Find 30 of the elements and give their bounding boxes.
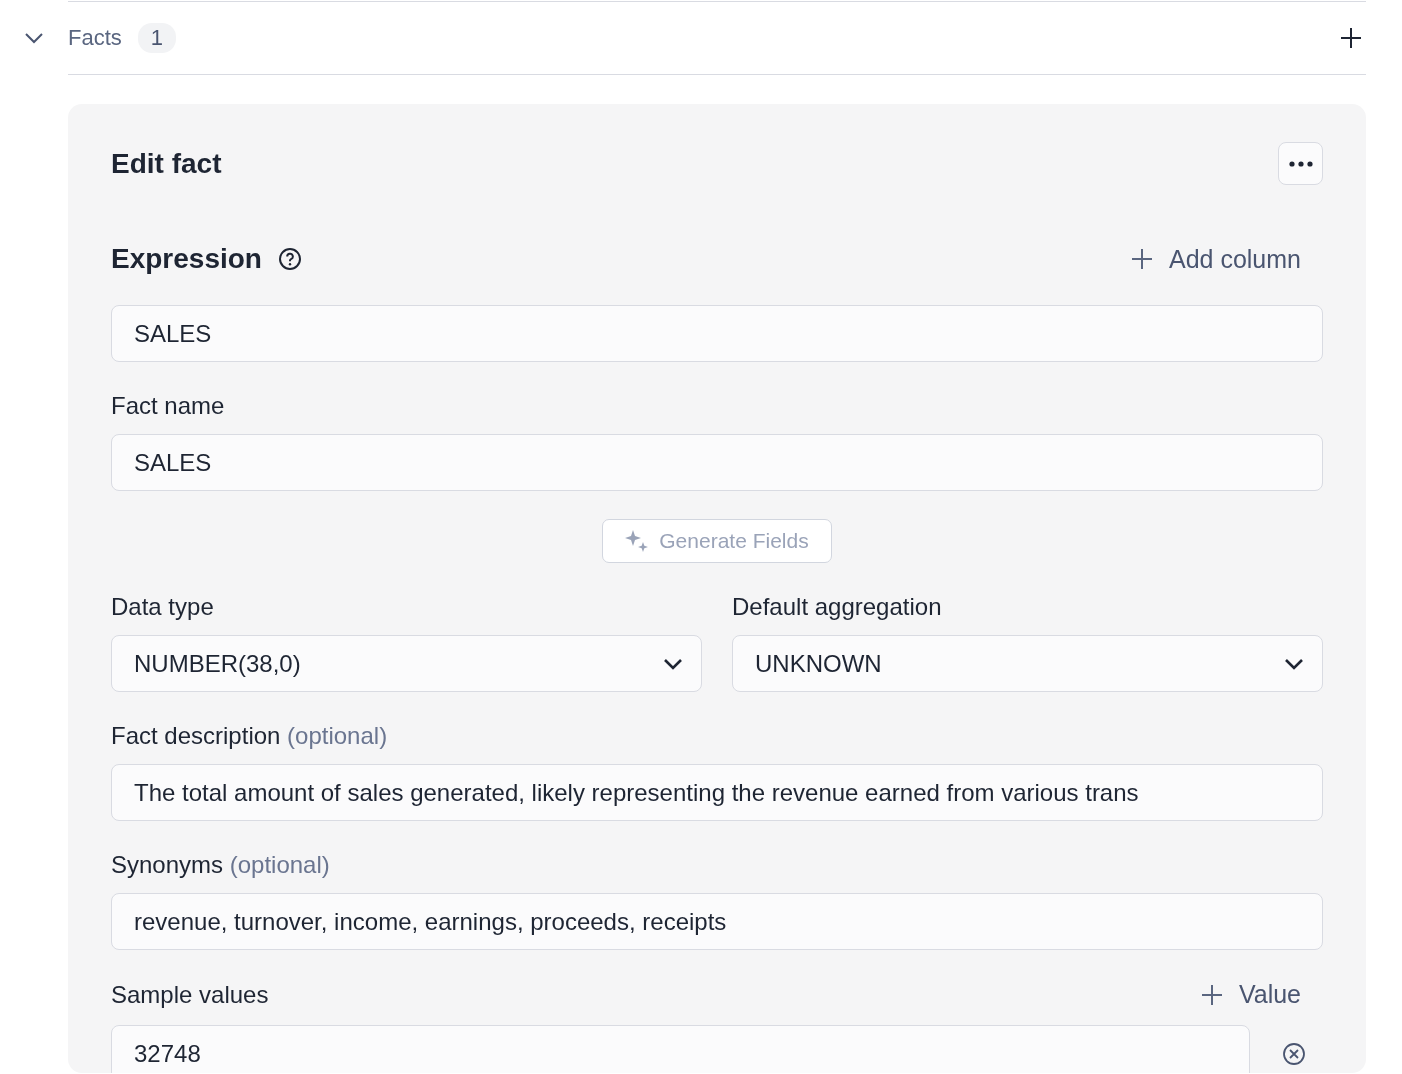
- ellipsis-icon: [1288, 160, 1313, 167]
- section-title: Facts: [68, 25, 122, 51]
- add-column-button[interactable]: Add column: [1130, 244, 1301, 274]
- sparkle-icon: [625, 529, 650, 553]
- card-title: Edit fact: [111, 147, 222, 180]
- field-label: Data type: [111, 593, 215, 621]
- remove-icon[interactable]: [1282, 1041, 1306, 1066]
- plus-icon: [1200, 983, 1223, 1006]
- add-value-button[interactable]: Value: [1200, 980, 1301, 1009]
- expression-field[interactable]: SALES: [111, 305, 1323, 362]
- plus-icon: [1130, 248, 1153, 270]
- fact-name-field[interactable]: SALES: [111, 434, 1323, 491]
- sample-value-field[interactable]: 32748: [111, 1025, 1250, 1073]
- chevron-down-icon: [1284, 657, 1304, 670]
- field-label: Fact description (optional): [111, 722, 389, 750]
- field-label: Fact name: [111, 392, 226, 420]
- field-label: Synonyms (optional): [111, 851, 331, 879]
- data-type-select[interactable]: NUMBER(38,0): [111, 635, 702, 692]
- help-icon[interactable]: [277, 247, 302, 271]
- description-field[interactable]: The total amount of sales generated, likely representing the revenue earned from various trans: [111, 764, 1323, 821]
- field-label: Default aggregation: [732, 593, 943, 621]
- add-icon[interactable]: [1340, 27, 1362, 49]
- section-label: Expression: [111, 243, 262, 275]
- field-label: Sample values: [111, 980, 269, 1009]
- aggregation-select[interactable]: UNKNOWN: [732, 635, 1323, 692]
- count-badge: 1: [137, 23, 177, 53]
- synonyms-field[interactable]: revenue, turnover, income, earnings, proceeds, receipts: [111, 893, 1323, 950]
- more-options-button[interactable]: [1278, 142, 1323, 185]
- chevron-icon[interactable]: [24, 32, 44, 44]
- chevron-down-icon: [663, 657, 683, 670]
